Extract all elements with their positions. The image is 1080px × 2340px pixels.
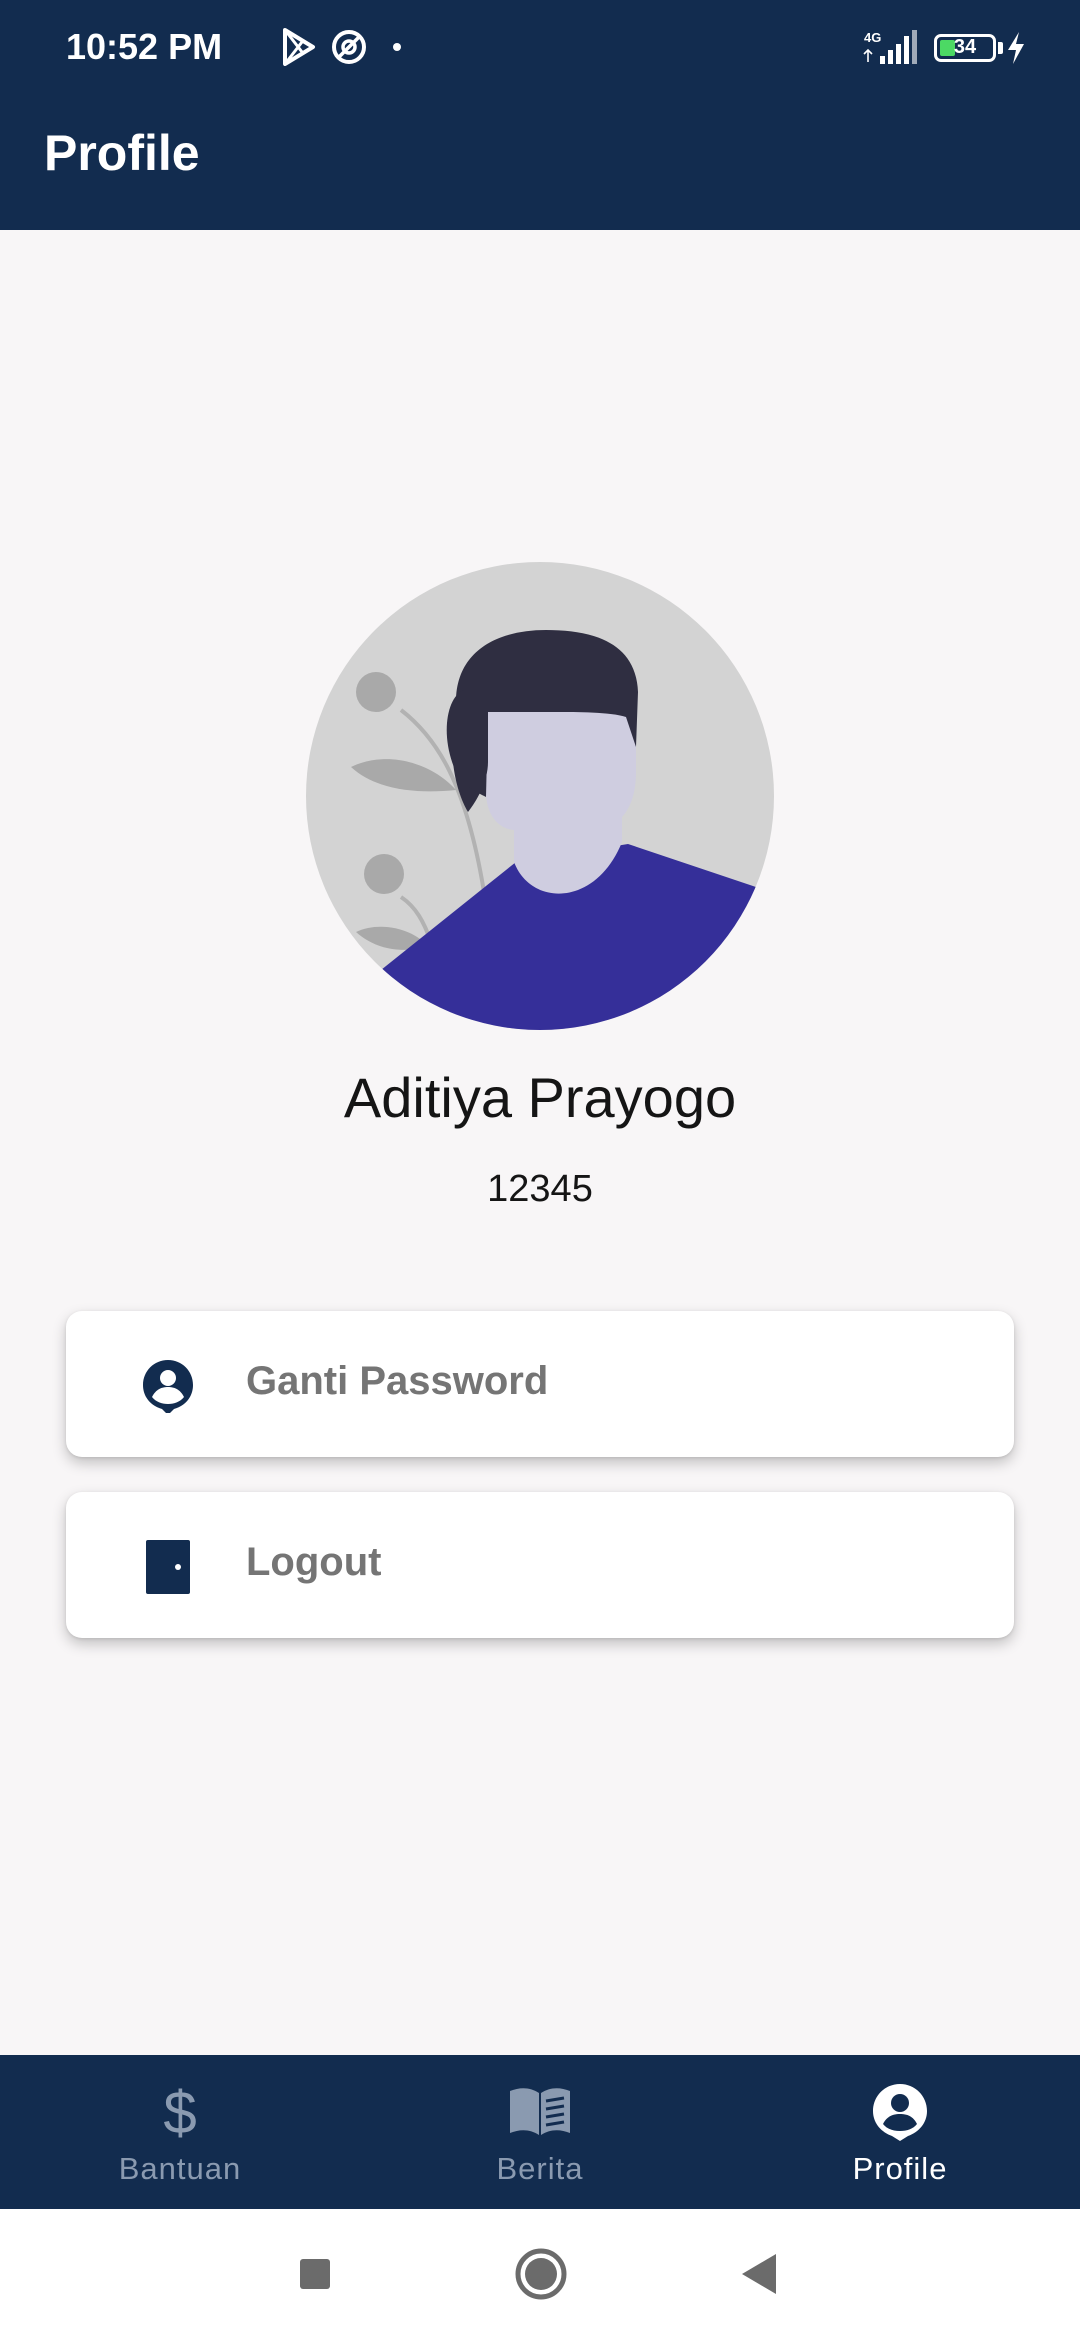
- play-store-icon: [283, 28, 315, 66]
- door-icon: [146, 1540, 190, 1594]
- svg-text:$: $: [163, 2081, 196, 2141]
- vpn-icon: [332, 30, 366, 64]
- charging-icon: [1008, 32, 1024, 64]
- status-bar: 10:52 PM 4G 34: [0, 0, 1080, 95]
- app-bar-title: Profile: [44, 125, 200, 181]
- profile-id: 12345: [487, 1168, 593, 1210]
- nav-item-bantuan[interactable]: $ Bantuan: [0, 2055, 360, 2209]
- nav-item-berita[interactable]: Berita: [360, 2055, 720, 2209]
- account-circle-icon: [143, 1360, 193, 1413]
- profile-avatar: [306, 562, 774, 1030]
- back-button[interactable]: [730, 2243, 792, 2305]
- nav-label-profile: Profile: [852, 2151, 948, 2186]
- nav-item-profile[interactable]: Profile: [720, 2055, 1080, 2209]
- network-label: 4G: [864, 30, 881, 45]
- home-button[interactable]: [510, 2243, 572, 2305]
- system-navigation-bar: [0, 2209, 1080, 2340]
- change-password-button[interactable]: Ganti Password: [66, 1311, 1014, 1457]
- nav-label-bantuan: Bantuan: [118, 2151, 242, 2186]
- logout-button[interactable]: Logout: [66, 1492, 1014, 1638]
- profile-screen: 10:52 PM 4G 34 Profile Aditiya Prayogo 1…: [0, 0, 1080, 2340]
- dollar-icon: $: [163, 2081, 196, 2141]
- change-password-label: Ganti Password: [246, 1359, 549, 1403]
- nav-label-berita: Berita: [496, 2151, 584, 2186]
- profile-name: Aditiya Prayogo: [343, 1066, 737, 1129]
- battery-icon: 34: [934, 34, 996, 62]
- book-icon: [510, 2088, 570, 2135]
- battery-percentage: 34: [953, 36, 977, 58]
- battery-tip: [998, 42, 1003, 54]
- notification-dot-icon: [393, 43, 401, 51]
- signal-icon: 4G: [863, 30, 917, 64]
- recents-button[interactable]: [284, 2243, 346, 2305]
- logout-label: Logout: [246, 1540, 382, 1584]
- bottom-navigation: $ Bantuan Berita Profile: [0, 2055, 1080, 2209]
- top-bar: 10:52 PM 4G 34 Profile: [0, 0, 1080, 230]
- account-circle-icon: [873, 2084, 927, 2141]
- status-time: 10:52 PM: [66, 26, 223, 67]
